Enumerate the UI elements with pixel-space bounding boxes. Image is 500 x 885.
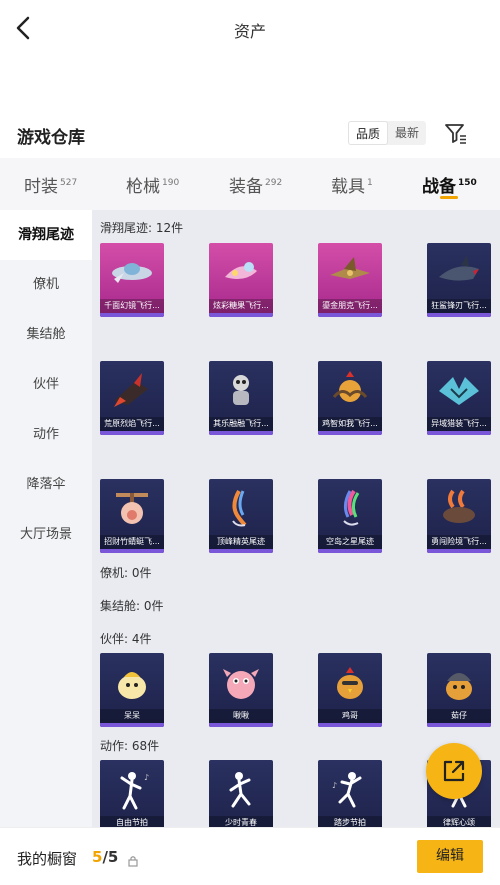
item-card[interactable]: ♪ 踏步节拍 (318, 760, 382, 827)
sidebar-item-parachute[interactable]: 降落伞 (0, 460, 92, 510)
item-card[interactable]: 异域猎装飞行... (427, 361, 491, 435)
sort-quality-button[interactable]: 品质 (348, 121, 388, 145)
section-title: 游戏仓库 (17, 128, 85, 148)
tab-vehicles[interactable]: 载具 1 (331, 172, 373, 197)
page-title: 资产 (233, 22, 266, 41)
item-card[interactable]: 招财竹蜻蜓飞... (100, 479, 164, 553)
showcase-count: 5/5 (92, 848, 119, 866)
group-label-capsule: 集结舱: 0件 (100, 599, 164, 613)
glider-art-icon (116, 493, 148, 524)
glider-art-icon (443, 489, 475, 523)
tab-combat-gear[interactable]: 战备 150 (422, 172, 477, 197)
companion-art-icon (223, 669, 259, 699)
group-label-emote: 动作: 68件 (100, 739, 160, 753)
sort-toggle: 品质 最新 (348, 121, 426, 145)
svg-text:♪: ♪ (144, 773, 149, 782)
svg-text:♪: ♪ (332, 781, 337, 790)
item-card[interactable]: 鸡智如我飞行... (318, 361, 382, 435)
item-card[interactable]: 荒原烈焰飞行... (100, 361, 164, 435)
group-label-companion: 伙伴: 4件 (100, 632, 152, 646)
item-card[interactable]: 鸡哥 (318, 653, 382, 727)
sidebar-item-companion[interactable]: 伙伴 (0, 360, 92, 410)
item-grid-area: 滑翔尾迹: 12件 千面幻镜飞行... 炫彩糖果飞行... 鎏金朋克飞行... … (92, 210, 500, 827)
glider-art-icon (439, 377, 479, 405)
glider-art-icon (332, 371, 368, 402)
top-bar: 资产 (0, 0, 500, 58)
trail-art-icon (232, 490, 247, 527)
emote-art-icon (229, 772, 251, 808)
sidebar-item-emote[interactable]: 动作 (0, 410, 92, 460)
item-card[interactable]: 勇闯险境飞行... (427, 479, 491, 553)
emote-art-icon: ♪ (120, 772, 149, 810)
lock-icon (128, 852, 138, 867)
active-tab-indicator (440, 196, 458, 199)
trail-art-icon (343, 489, 360, 526)
sidebar: 滑翔尾迹 僚机 集结舱 伙伴 动作 降落伞 大厅场景 (0, 210, 92, 827)
item-card[interactable]: 呆呆 (100, 653, 164, 727)
item-card[interactable]: 茹仔 (427, 653, 491, 727)
glider-art-icon (439, 255, 479, 281)
glider-art-icon (233, 375, 249, 405)
sidebar-item-glide-trail[interactable]: 滑翔尾迹 (0, 210, 92, 260)
sidebar-item-capsule[interactable]: 集结舱 (0, 310, 92, 360)
share-fab-button[interactable] (426, 743, 482, 799)
tab-firearms[interactable]: 枪械 190 (126, 172, 179, 197)
item-card[interactable]: 顶峰精英尾迹 (209, 479, 273, 553)
item-card[interactable]: 鎏金朋克飞行... (318, 243, 382, 317)
item-card[interactable]: 炫彩糖果飞行... (209, 243, 273, 317)
glider-art-icon (330, 257, 370, 279)
sidebar-item-wingman[interactable]: 僚机 (0, 260, 92, 310)
emote-art-icon: ♪ (332, 772, 362, 808)
tab-fashion[interactable]: 时装 527 (24, 172, 77, 197)
sidebar-item-lobby-scene[interactable]: 大厅场景 (0, 510, 92, 560)
item-card[interactable]: 狂鲨锋刃飞行... (427, 243, 491, 317)
glider-art-icon (114, 373, 148, 407)
item-card[interactable]: 啾啾 (209, 653, 273, 727)
category-tabs: 时装 527 枪械 190 装备 292 载具 1 战备 150 (0, 158, 500, 210)
group-label-wingman: 僚机: 0件 (100, 566, 152, 580)
glider-art-icon (112, 263, 152, 283)
sort-latest-button[interactable]: 最新 (388, 121, 426, 145)
bottom-bar: 我的橱窗 5/5 编辑 (0, 827, 500, 885)
item-card[interactable]: 千面幻镜飞行... (100, 243, 164, 317)
tab-equipment[interactable]: 装备 292 (229, 172, 282, 197)
companion-art-icon (337, 667, 363, 699)
external-link-icon (443, 760, 465, 782)
group-label-glide-trail: 滑翔尾迹: 12件 (100, 221, 184, 235)
companion-art-icon (446, 673, 472, 700)
item-card[interactable]: 少时青春 (209, 760, 273, 827)
showcase-label: 我的橱窗 (17, 850, 78, 868)
filter-icon[interactable] (443, 120, 469, 146)
companion-art-icon (118, 672, 146, 699)
glider-art-icon (225, 262, 257, 279)
edit-button[interactable]: 编辑 (417, 840, 483, 873)
item-card[interactable]: 其乐融融飞行... (209, 361, 273, 435)
item-card[interactable]: 空岛之星尾迹 (318, 479, 382, 553)
item-card[interactable]: ♪ 自由节拍 (100, 760, 164, 827)
